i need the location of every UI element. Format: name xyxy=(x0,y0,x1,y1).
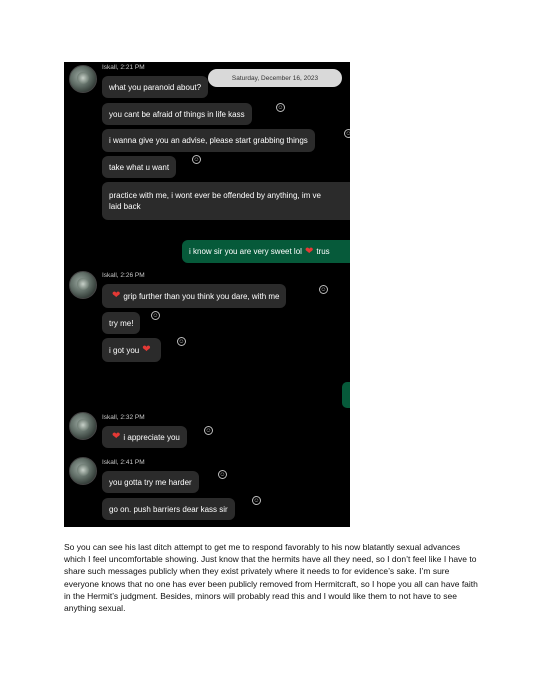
message-bubble: you cant be afraid of things in life kas… xyxy=(102,103,252,125)
message-text: what you paranoid about? xyxy=(109,82,202,92)
avatar xyxy=(69,412,97,440)
message-text: i know sir you are very sweet lol xyxy=(189,247,302,256)
message-bubble: ❤ i appreciate you xyxy=(102,426,187,448)
message-bubble: take what u want xyxy=(102,156,177,178)
add-reaction-icon[interactable]: ☺ xyxy=(204,426,213,435)
message-bubble: you gotta try me harder xyxy=(102,471,199,493)
outgoing-message-bubble: i know sir you are very sweet lol ❤ trus xyxy=(182,240,350,263)
add-reaction-icon[interactable]: ☺ xyxy=(177,337,186,346)
message-text: trus xyxy=(316,247,330,256)
message-bubble: i got you ❤ xyxy=(102,338,161,362)
add-reaction-icon[interactable]: ☺ xyxy=(252,496,261,505)
message-bubble: try me! xyxy=(102,312,141,334)
body-paragraph: So you can see his last ditch attempt to… xyxy=(64,542,478,614)
avatar xyxy=(69,65,97,93)
red-heart-emoji-icon: ❤ xyxy=(112,290,121,301)
message-bubble: practice with me, i wont ever be offende… xyxy=(102,182,350,220)
message-text: grip further than you think you dare, wi… xyxy=(123,291,280,301)
red-heart-emoji-icon: ❤ xyxy=(112,431,121,442)
message-text: practice with me, i wont ever be offende… xyxy=(109,191,321,200)
message-meta: Iskall, 2:32 PM xyxy=(102,414,145,421)
message-text: you gotta try me harder xyxy=(109,477,192,487)
add-reaction-icon[interactable]: ☺ xyxy=(344,129,350,138)
message-text: i appreciate you xyxy=(123,432,180,442)
avatar xyxy=(69,271,97,299)
message-bubble: go on. push barriers dear kass sir xyxy=(102,498,235,520)
add-reaction-icon[interactable]: ☺ xyxy=(276,103,285,112)
message-text: take what u want xyxy=(109,162,170,172)
red-heart-emoji-icon: ❤ xyxy=(142,344,151,355)
message-text: go on. push barriers dear kass sir xyxy=(109,504,228,514)
avatar xyxy=(69,457,97,485)
message-text: you cant be afraid of things in life kas… xyxy=(109,109,245,119)
add-reaction-icon[interactable]: ☺ xyxy=(319,285,328,294)
add-reaction-icon[interactable]: ☺ xyxy=(218,470,227,479)
message-bubble: i wanna give you an advise, please start… xyxy=(102,129,315,152)
message-text: laid back xyxy=(109,202,141,211)
message-bubble: ❤ grip further than you think you dare, … xyxy=(102,284,287,308)
message-text: try me! xyxy=(109,318,134,328)
outgoing-message-bubble-edge xyxy=(342,382,350,408)
message-text: i wanna give you an advise, please start… xyxy=(109,136,308,145)
date-pill: Saturday, December 16, 2023 xyxy=(208,69,342,87)
add-reaction-icon[interactable]: ☺ xyxy=(192,155,201,164)
message-text: i got you xyxy=(109,345,140,355)
message-meta: Iskall, 2:41 PM xyxy=(102,459,145,466)
red-heart-emoji-icon: ❤ xyxy=(304,245,314,257)
add-reaction-icon[interactable]: ☺ xyxy=(151,311,160,320)
chat-screenshot: Iskall, 2:21 PM what you paranoid about?… xyxy=(64,62,350,527)
message-bubble: what you paranoid about? xyxy=(102,76,209,98)
message-meta: Iskall, 2:21 PM xyxy=(102,64,145,71)
message-meta: Iskall, 2:26 PM xyxy=(102,272,145,279)
